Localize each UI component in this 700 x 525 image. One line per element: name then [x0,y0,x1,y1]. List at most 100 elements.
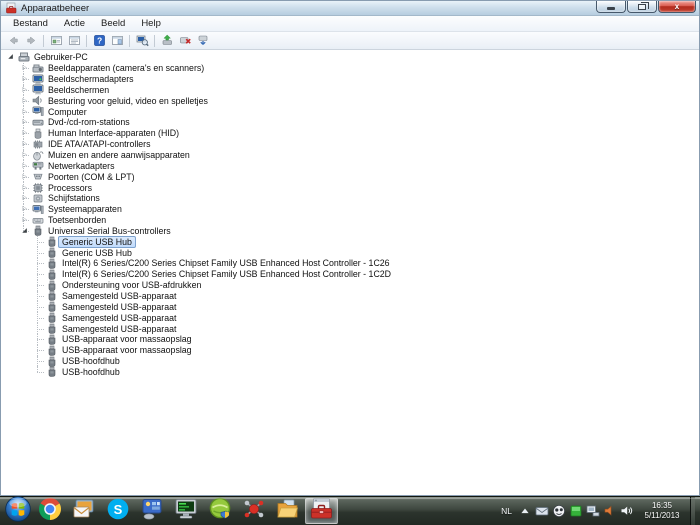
expand-arrow-icon[interactable]: ▷ [18,85,31,95]
help-button[interactable]: ? [90,33,108,49]
tree-item[interactable]: ▷ Toetsenborden [1,214,699,226]
tree-item[interactable]: Samengesteld USB-apparaat [1,301,699,313]
expand-arrow-icon[interactable]: ▷ [18,74,31,84]
uninstall-device-button[interactable] [176,33,194,49]
tree-item[interactable]: ▷ Besturing voor geluid, video en spellet… [1,95,699,107]
expand-arrow-icon[interactable]: ▷ [18,172,31,182]
show-desktop-button[interactable] [690,496,695,525]
tree-item[interactable]: Samengesteld USB-apparaat [1,290,699,302]
network-devices-icon[interactable] [586,504,600,518]
expand-arrow-icon[interactable]: ▷ [18,215,31,225]
taskbar-app-device-manager[interactable] [305,498,338,524]
update-driver-icon [161,34,174,47]
expand-arrow-icon[interactable]: ▷ [18,107,31,117]
expand-arrow-icon[interactable]: ▷ [18,139,31,149]
tree-item[interactable]: ▷ Beeldschermen [1,84,699,96]
menu-bestand[interactable]: Bestand [5,16,56,31]
expand-arrow-icon[interactable]: ▷ [18,193,31,203]
tree-item[interactable]: ◢ Universal Serial Bus-controllers [1,225,699,237]
tree-item[interactable]: ▷ Systeemapparaten [1,203,699,215]
collapse-arrow-icon[interactable]: ◢ [4,52,17,62]
expand-arrow-icon[interactable]: ▷ [18,204,31,214]
close-button[interactable]: x [658,1,696,13]
disable-device-icon [197,34,210,47]
imaging-icon [31,63,44,74]
tree-item[interactable]: ▷ Schijfstations [1,192,699,204]
menu-beeld[interactable]: Beeld [93,16,133,31]
tree-item[interactable]: USB-apparaat voor massaopslag [1,333,699,345]
expand-arrow-icon[interactable]: ▷ [18,117,31,127]
display-panel-icon [140,497,164,525]
tree-item[interactable]: ▷ Computer [1,106,699,117]
help-icon: ? [93,34,106,47]
device-tree: ◢ Gebruiker-PC ▷ Beeldapparaten (camera's e… [1,50,699,495]
taskbar-clock[interactable]: 16:35 5/11/2013 [637,501,687,522]
taskbar-app-red-molecule[interactable] [237,498,270,524]
tree-item[interactable]: ▷ Netwerkadapters [1,160,699,172]
clock-time: 16:35 [651,500,673,510]
tree-item[interactable]: ▷ Dvd-/cd-rom-stations [1,117,699,128]
windows-logo-icon [4,495,32,525]
green-status-icon[interactable] [569,504,583,518]
tree-item[interactable]: USB-apparaat voor massaopslag [1,344,699,356]
back-button[interactable] [4,33,22,49]
scan-hardware-changes-button[interactable] [133,33,151,49]
forward-button[interactable] [22,33,40,49]
expand-arrow-icon[interactable]: ▷ [18,150,31,160]
usb-icon [45,247,58,258]
tree-item[interactable]: ▷ IDE ATA/ATAPI-controllers [1,138,699,150]
usb-icon [45,356,58,367]
cpu-icon [31,182,44,193]
taskbar-app-security-globe[interactable] [203,497,236,525]
collapse-arrow-icon[interactable]: ◢ [18,226,31,236]
minimize-button[interactable] [596,1,626,13]
tree-item[interactable]: ▷ Muizen en andere aanwijsapparaten [1,149,699,161]
tree-item[interactable]: Generic USB Hub [1,235,699,248]
update-driver-button[interactable] [158,33,176,49]
tree-item[interactable]: USB-hoofdhub [1,355,699,367]
tree-item[interactable]: Generic USB Hub [1,247,699,258]
restore-button[interactable] [627,1,657,13]
security-globe-icon [208,497,232,525]
taskbar-app-windows-live-mail[interactable] [67,498,100,524]
taskbar-app-chrome[interactable] [33,497,66,524]
menu-help[interactable]: Help [133,16,169,31]
show-console-tree-button[interactable] [47,33,65,49]
title-bar[interactable]: Apparaatbeheer x [1,1,699,16]
tree-item[interactable]: ▷ Processors [1,182,699,193]
tree-item[interactable]: ▷ Poorten (COM & LPT) [1,171,699,182]
disable-device-button[interactable] [194,33,212,49]
audio-mixer-icon[interactable] [603,504,617,518]
tree-item[interactable]: ▷ Beeldschermadapters [1,73,699,85]
expand-arrow-icon[interactable]: ▷ [18,128,31,138]
tree-item[interactable]: Intel(R) 6 Series/C200 Series Chipset Fa… [1,268,699,280]
volume-icon[interactable] [620,504,634,518]
export-list-button[interactable] [65,33,83,49]
scan-hardware-changes-icon [136,34,149,47]
taskbar-app-skype[interactable]: S [101,498,134,524]
menu-actie[interactable]: Actie [56,16,93,31]
expand-arrow-icon[interactable]: ▷ [18,183,31,193]
ports-icon [31,171,44,182]
tree-item[interactable]: ◢ Gebruiker-PC [1,52,699,63]
mail-icon[interactable] [535,504,549,518]
show-action-pane-button[interactable] [108,33,126,49]
taskbar-app-windows-explorer[interactable] [271,498,304,524]
tree-item[interactable]: Samengesteld USB-apparaat [1,323,699,334]
panda-disc-icon[interactable] [552,504,566,518]
expand-arrow-icon[interactable]: ▷ [18,161,31,171]
skype-icon: S [106,497,130,525]
start-button[interactable] [2,495,33,525]
tree-item[interactable]: ▷ Human Interface-apparaten (HID) [1,127,699,139]
taskbar-app-terminal-monitor[interactable] [169,498,202,524]
tree-item[interactable]: Intel(R) 6 Series/C200 Series Chipset Fa… [1,258,699,269]
taskbar-app-display-panel[interactable] [135,498,168,524]
tree-item[interactable]: Samengesteld USB-apparaat [1,312,699,323]
tree-item[interactable]: Ondersteuning voor USB-afdrukken [1,279,699,291]
language-indicator[interactable]: NL [498,506,515,516]
tree-item[interactable]: USB-hoofdhub [1,366,699,378]
hidden-icons-icon[interactable] [518,504,532,518]
expand-arrow-icon[interactable]: ▷ [18,96,31,106]
expand-arrow-icon[interactable]: ▷ [18,63,31,73]
tree-item[interactable]: ▷ Beeldapparaten (camera's en scanners) [1,62,699,74]
